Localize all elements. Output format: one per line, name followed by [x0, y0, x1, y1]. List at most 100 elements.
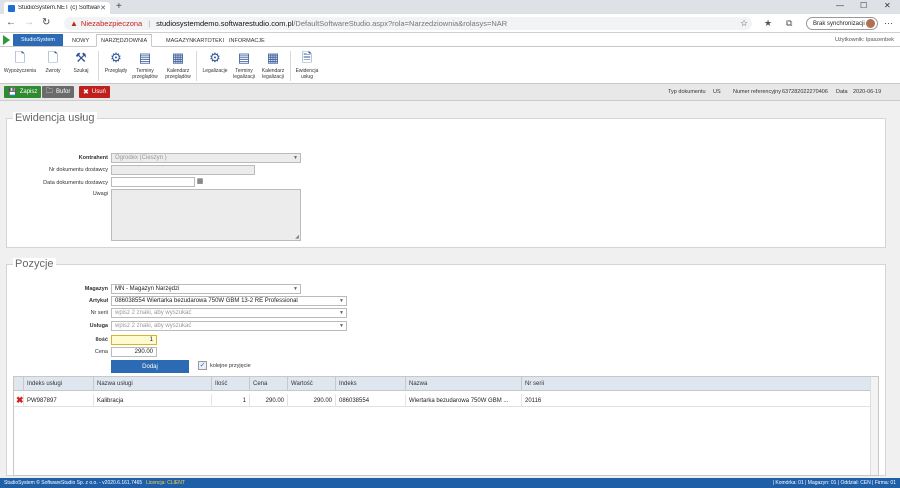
column-header-indeks[interactable]: Indeks: [335, 377, 405, 391]
delete-button[interactable]: ✖ Usuń: [79, 86, 110, 98]
nr-dok-label: Nr dokumentu dostawcy: [49, 167, 108, 173]
kontrahent-value: Ogrodex (Cieszyn ): [115, 155, 167, 161]
ribbon-label: Wypożyczenia: [3, 68, 37, 74]
status-context: | Komórka: 01 | Magazyn: 01 | Oddział: C…: [772, 480, 896, 486]
more-menu-icon[interactable]: ⋯: [884, 18, 893, 29]
magazyn-label: Magazyn: [84, 286, 108, 292]
ribbon-label: Legalizacje: [202, 68, 228, 74]
browser-tab[interactable]: StudioSystem.NET (c) SoftwareSt ✕: [4, 2, 110, 14]
browser-tabstrip: StudioSystem.NET (c) SoftwareSt ✕ + — ☐ …: [0, 0, 900, 14]
status-license: Licencja: CLIENT: [146, 480, 185, 486]
save-button[interactable]: 💾 Zapisz: [4, 86, 42, 98]
minimize-icon[interactable]: —: [836, 1, 844, 10]
avatar: [866, 19, 875, 28]
chevron-down-icon: ▼: [339, 323, 344, 329]
column-header-indeks-uslugi[interactable]: Indeks usługi: [23, 377, 93, 391]
reload-icon[interactable]: ↻: [42, 17, 50, 29]
ilosc-field[interactable]: 1: [111, 335, 157, 345]
delete-label: Usuń: [91, 89, 106, 95]
magazyn-select[interactable]: MN - Magazyn Narzędzi ▼: [111, 284, 301, 294]
kolejne-label: kolejne przyjęcie: [210, 363, 251, 369]
delete-icon: ✖: [83, 89, 89, 96]
document-return-icon: 🗋: [47, 50, 59, 65]
address-input[interactable]: ▲ Niezabezpieczona | studiosystemdemo.so…: [64, 17, 752, 30]
ribbon-wypozyczenia-button[interactable]: 🗋 Wypożyczenia: [2, 50, 38, 74]
buffer-icon: 🗀: [46, 87, 53, 95]
column-header-cena[interactable]: Cena: [249, 377, 287, 391]
table-row[interactable]: ✖ PW987897 Kalibracja 1 290.00 290.00 08…: [14, 394, 878, 407]
back-icon[interactable]: ←: [6, 17, 16, 29]
ribbon-label: Kalendarz legalizacji: [261, 68, 285, 80]
usluga-select[interactable]: wpisz 2 znaki, aby wyszukać ▼: [111, 321, 347, 331]
ribbon-ewidencja-uslug-button[interactable]: 🗎 Ewidencja usług: [289, 50, 325, 80]
close-tab-icon[interactable]: ✕: [100, 4, 106, 12]
kontrahent-select[interactable]: Ogrodex (Cieszyn ) ▼: [111, 153, 301, 163]
ribbon-label: Szukaj: [73, 68, 89, 74]
forward-icon[interactable]: →: [24, 17, 34, 29]
doc-date-value: 2020-06-19: [853, 89, 882, 95]
buffer-button[interactable]: 🗀 Bufor: [42, 86, 75, 98]
document-out-icon: 🗋: [14, 50, 26, 65]
column-header-nr-serii[interactable]: Nr serii: [521, 377, 872, 391]
tools-search-icon: ⚒: [75, 50, 87, 65]
nr-dok-field[interactable]: [111, 165, 255, 175]
sync-button[interactable]: Brak synchronizacji: [806, 17, 878, 30]
cell-nazwa: Wiertarka bezudarowa 750W GBM ...: [405, 394, 521, 407]
add-button[interactable]: Dodaj: [111, 360, 189, 373]
column-header-nazwa[interactable]: Nazwa: [405, 377, 521, 391]
tab-narzedziownia[interactable]: NARZĘDZIOWNIA: [96, 34, 153, 47]
action-toolbar: 💾 Zapisz 🗀 Bufor ✖ Usuń Typ dokumentu US…: [0, 84, 900, 101]
tab-nowy[interactable]: NOWY: [68, 35, 93, 46]
data-dok-field[interactable]: [111, 177, 195, 187]
doc-type-label: Typ dokumentu: [668, 89, 706, 95]
cell-nr-serii: 20116: [521, 394, 872, 407]
artykul-select[interactable]: 086038554 Wiertarka bezudarowa 750W GBM …: [111, 296, 347, 306]
table-scrollbar[interactable]: [870, 377, 878, 475]
ribbon-label: Terminy przeglądów: [132, 68, 158, 80]
data-dok-label: Data dokumentu dostawcy: [43, 180, 108, 186]
cell-indeks: 086038554: [335, 394, 405, 407]
save-icon: 💾: [8, 89, 17, 96]
buffer-label: Bufor: [56, 89, 71, 95]
artykul-label: Artykuł: [89, 298, 108, 304]
uwagi-textarea[interactable]: ◢: [111, 189, 301, 241]
favorites-list-icon[interactable]: ★: [764, 18, 772, 29]
doc-date-label: Data: [836, 89, 848, 95]
nr-serii-placeholder: wpisz 2 znaki, aby wyszukać: [115, 310, 192, 316]
calendar-icon[interactable]: ▦: [195, 177, 205, 187]
ribbon-kalendarz-legalizacji-button[interactable]: ▦ Kalendarz legalizacji: [255, 50, 291, 80]
favorite-star-icon[interactable]: ☆: [740, 18, 748, 29]
pozycje-title: Pozycje: [13, 258, 56, 270]
kolejne-checkbox[interactable]: ✓: [198, 361, 207, 370]
ribbon-terminy-przegladow-button[interactable]: ▤ Terminy przeglądów: [127, 50, 163, 80]
new-tab-icon[interactable]: +: [116, 1, 122, 12]
ewidencja-title: Ewidencja usług: [13, 112, 97, 124]
ribbon-szukaj-button[interactable]: ⚒ Szukaj: [63, 50, 99, 74]
status-version: StudioSystem © SoftwareStudio Sp. z o.o.…: [4, 480, 143, 486]
collections-icon[interactable]: ⧉: [786, 18, 792, 29]
column-header-wartosc[interactable]: Wartość: [287, 377, 335, 391]
nr-serii-select[interactable]: wpisz 2 znaki, aby wyszukać ▼: [111, 308, 347, 318]
app-button[interactable]: StudioSystem: [13, 34, 63, 46]
document-list-icon: 🗎: [301, 50, 313, 65]
uwagi-label: Uwagi: [92, 191, 108, 197]
tab-kartoteki[interactable]: KARTOTEKI: [189, 35, 228, 46]
resize-handle-icon[interactable]: ◢: [295, 234, 299, 240]
ribbon-kalendarz-przegladow-button[interactable]: ▦ Kalendarz przeglądów: [160, 50, 196, 80]
doc-ref-value: 637282022270406: [782, 89, 828, 95]
schedule-icon: ▤: [237, 50, 251, 65]
maximize-icon[interactable]: ☐: [860, 1, 867, 10]
cena-field[interactable]: 290.00: [111, 347, 157, 357]
ribbon-label: Kalendarz przeglądów: [165, 68, 191, 80]
close-window-icon[interactable]: ✕: [884, 1, 891, 10]
usluga-placeholder: wpisz 2 znaki, aby wyszukać: [115, 323, 192, 329]
doc-type-value: US: [713, 89, 721, 95]
ewidencja-panel: Ewidencja usług Kontrahent Ogrodex (Cies…: [6, 112, 886, 248]
warning-icon: ▲: [70, 19, 78, 28]
column-header-ilosc[interactable]: Ilość: [211, 377, 249, 391]
insecure-label: Niezabezpieczona: [80, 19, 143, 28]
column-header-nazwa-uslugi[interactable]: Nazwa usługi: [93, 377, 211, 391]
ribbon-label: Przeglądy: [104, 68, 128, 74]
tab-informacje[interactable]: INFORMACJE: [225, 35, 269, 46]
play-icon[interactable]: [3, 35, 10, 45]
